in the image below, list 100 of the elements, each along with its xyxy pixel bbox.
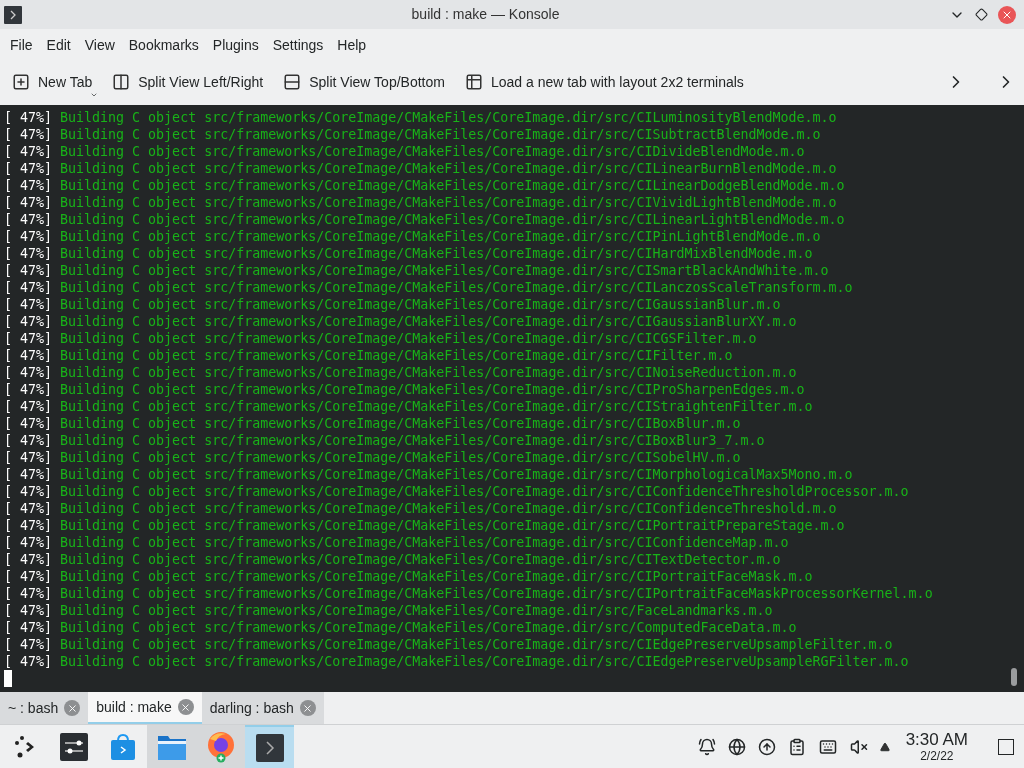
output-text: Building C object src/frameworks/CoreImage/CMakeFiles/CoreImage.dir/src/CISmartBlackAndWhite.m.o	[60, 262, 829, 279]
progress-text: [ 47%]	[4, 313, 53, 330]
terminal-tab[interactable]: ~ : bash	[0, 692, 89, 724]
output-text: Building C object src/frameworks/CoreImage/CMakeFiles/CoreImage.dir/src/CINoiseReduction.m.o	[60, 364, 797, 381]
toolbar-button[interactable]: Load a new tab with layout 2x2 terminals	[464, 67, 744, 97]
columns-icon	[112, 73, 131, 91]
network-icon[interactable]	[727, 737, 746, 756]
progress-text: [ 47%]	[4, 296, 53, 313]
menu-item[interactable]: View	[77, 34, 122, 56]
output-text: Building C object src/frameworks/CoreImage/CMakeFiles/CoreImage.dir/src/CIPortraitPrepareStage.m.o	[60, 517, 845, 534]
keyboard-icon[interactable]	[817, 737, 838, 756]
taskbar-app[interactable]	[245, 725, 294, 768]
output-text: Building C object src/frameworks/CoreImage/CMakeFiles/CoreImage.dir/src/CILuminosityBlendMode.m.o	[60, 109, 837, 126]
output-text: Building C object src/frameworks/CoreImage/CMakeFiles/CoreImage.dir/src/CISobelHV.m.o	[60, 449, 741, 466]
output-text: Building C object src/frameworks/CoreImage/CMakeFiles/CoreImage.dir/src/CIConfidenceThresholdProcessor.m.o	[60, 483, 909, 500]
output-text: Building C object src/frameworks/CoreImage/CMakeFiles/CoreImage.dir/src/CIDivideBlendMode.m.o	[60, 143, 805, 160]
toolbar-button[interactable]: Split View Top/Bottom	[283, 67, 445, 97]
toolbar-button[interactable]: Split View Left/Right	[112, 67, 264, 97]
shopping-bag-icon	[109, 732, 136, 761]
progress-text: [ 47%]	[4, 160, 53, 177]
progress-text: [ 47%]	[4, 228, 53, 245]
progress-text: [ 47%]	[4, 330, 53, 347]
rows-icon	[283, 73, 302, 91]
output-text: Building C object src/frameworks/CoreImage/CMakeFiles/CoreImage.dir/src/CIMorphologicalMax5Mono.m.o	[60, 466, 853, 483]
progress-text: [ 47%]	[4, 551, 53, 568]
update-icon[interactable]	[757, 737, 776, 756]
terminal-icon	[4, 5, 22, 24]
maximize-icon[interactable]	[975, 8, 988, 21]
progress-text: [ 47%]	[4, 211, 53, 228]
menu-item[interactable]: Help	[330, 34, 374, 56]
output-text: Building C object src/frameworks/CoreImage/CMakeFiles/CoreImage.dir/src/CIPinLightBlendMode.m.o	[60, 228, 821, 245]
scrollbar-thumb[interactable]	[1011, 668, 1017, 686]
progress-text: [ 47%]	[4, 398, 53, 415]
progress-text: [ 47%]	[4, 517, 53, 534]
clock[interactable]: 3:30 AM 2/2/22	[905, 731, 968, 762]
output-text: Building C object src/frameworks/CoreImage/CMakeFiles/CoreImage.dir/src/CIStraightenFilter.m.o	[60, 398, 813, 415]
progress-text: [ 47%]	[4, 262, 53, 279]
progress-text: [ 47%]	[4, 364, 53, 381]
progress-text: [ 47%]	[4, 483, 53, 500]
terminal-tab[interactable]: darling : bash	[201, 692, 324, 724]
output-text: Building C object src/frameworks/CoreImage/CMakeFiles/CoreImage.dir/src/CILanczosScaleTransform.m.o	[60, 279, 853, 296]
progress-text: [ 47%]	[4, 568, 53, 585]
progress-text: [ 47%]	[4, 432, 53, 449]
progress-text: [ 47%]	[4, 381, 53, 398]
output-text: Building C object src/frameworks/CoreImage/CMakeFiles/CoreImage.dir/src/FaceLandmarks.m.o	[60, 602, 773, 619]
output-text: Building C object src/frameworks/CoreImage/CMakeFiles/CoreImage.dir/src/CILinearDodgeBlendMode.m.o	[60, 177, 845, 194]
close-icon	[66, 702, 78, 714]
output-text: Building C object src/frameworks/CoreImage/CMakeFiles/CoreImage.dir/src/CIBoxBlur3_7.m.o	[60, 432, 765, 449]
close-icon	[302, 702, 314, 714]
output-text: Building C object src/frameworks/CoreImage/CMakeFiles/CoreImage.dir/src/CIEdgePreserveUpsampleFilter.m.o	[60, 636, 893, 653]
progress-text: [ 47%]	[4, 466, 53, 483]
browser-icon	[205, 730, 236, 763]
progress-text: [ 47%]	[4, 279, 53, 296]
output-text: Building C object src/frameworks/CoreImage/CMakeFiles/CoreImage.dir/src/ComputedFaceData.m.o	[60, 619, 797, 636]
menu-item[interactable]: Edit	[39, 34, 78, 56]
new-tab-icon	[12, 73, 30, 91]
output-text: Building C object src/frameworks/CoreImage/CMakeFiles/CoreImage.dir/src/CIPortraitFaceMask.m.o	[60, 568, 813, 585]
progress-text: [ 47%]	[4, 347, 53, 364]
output-text: Building C object src/frameworks/CoreImage/CMakeFiles/CoreImage.dir/src/CIHardMixBlendMode.m.o	[60, 245, 813, 262]
output-text: Building C object src/frameworks/CoreImage/CMakeFiles/CoreImage.dir/src/CIGaussianBlurXY.m.o	[60, 313, 797, 330]
progress-text: [ 47%]	[4, 126, 53, 143]
progress-text: [ 47%]	[4, 534, 53, 551]
output-text: Building C object src/frameworks/CoreImage/CMakeFiles/CoreImage.dir/src/CILinearBurnBlendMode.m.o	[60, 160, 837, 177]
output-text: Building C object src/frameworks/CoreImage/CMakeFiles/CoreImage.dir/src/CIEdgePreserveUpsampleRGFilter.m.o	[60, 653, 909, 670]
menu-item[interactable]: Settings	[265, 34, 331, 56]
progress-text: [ 47%]	[4, 415, 53, 432]
progress-text: [ 47%]	[4, 449, 53, 466]
expand-tray-icon[interactable]	[879, 741, 890, 752]
text-cursor	[4, 670, 12, 687]
progress-text: [ 47%]	[4, 653, 53, 670]
progress-text: [ 47%]	[4, 636, 53, 653]
clipboard-icon[interactable]	[787, 737, 806, 756]
menu-item[interactable]: File	[3, 34, 40, 56]
progress-text: [ 47%]	[4, 619, 53, 636]
menu-item[interactable]: Plugins	[205, 34, 266, 56]
grid-icon	[464, 73, 483, 91]
progress-text: [ 47%]	[4, 602, 53, 619]
output-text: Building C object src/frameworks/CoreImage/CMakeFiles/CoreImage.dir/src/CITextDetector.m.o	[60, 551, 781, 568]
muted-volume-icon[interactable]	[849, 737, 868, 756]
menu-item[interactable]: Bookmarks	[121, 34, 206, 56]
close-tab-icon[interactable]	[299, 700, 316, 716]
output-text: Building C object src/frameworks/CoreImage/CMakeFiles/CoreImage.dir/src/CIConfidenceMap.m.o	[60, 534, 789, 551]
bell-icon[interactable]	[697, 737, 716, 756]
show-desktop-icon[interactable]	[998, 738, 1014, 755]
close-tab-icon[interactable]	[177, 699, 194, 715]
terminal-tab[interactable]: build : make	[88, 692, 202, 724]
progress-text: [ 47%]	[4, 109, 53, 126]
progress-text: [ 47%]	[4, 585, 53, 602]
output-text: Building C object src/frameworks/CoreImage/CMakeFiles/CoreImage.dir/src/CICGSFilter.m.o	[60, 330, 757, 347]
output-text: Building C object src/frameworks/CoreImage/CMakeFiles/CoreImage.dir/src/CISubtractBlendMode.m.o	[60, 126, 821, 143]
output-text: Building C object src/frameworks/CoreImage/CMakeFiles/CoreImage.dir/src/CIBoxBlur.m.o	[60, 415, 741, 432]
progress-text: [ 47%]	[4, 245, 53, 262]
progress-text: [ 47%]	[4, 143, 53, 160]
close-button[interactable]	[998, 5, 1016, 24]
progress-text: [ 47%]	[4, 177, 53, 194]
output-text: Building C object src/frameworks/CoreImage/CMakeFiles/CoreImage.dir/src/CILinearLightBlendMode.m.o	[60, 211, 845, 228]
close-icon	[180, 701, 192, 713]
close-tab-icon[interactable]	[64, 700, 81, 716]
toolbar-button[interactable]: New Tab	[12, 67, 93, 97]
output-text: Building C object src/frameworks/CoreImage/CMakeFiles/CoreImage.dir/src/CIPortraitFaceMaskProcessorKernel.m.o	[60, 585, 933, 602]
